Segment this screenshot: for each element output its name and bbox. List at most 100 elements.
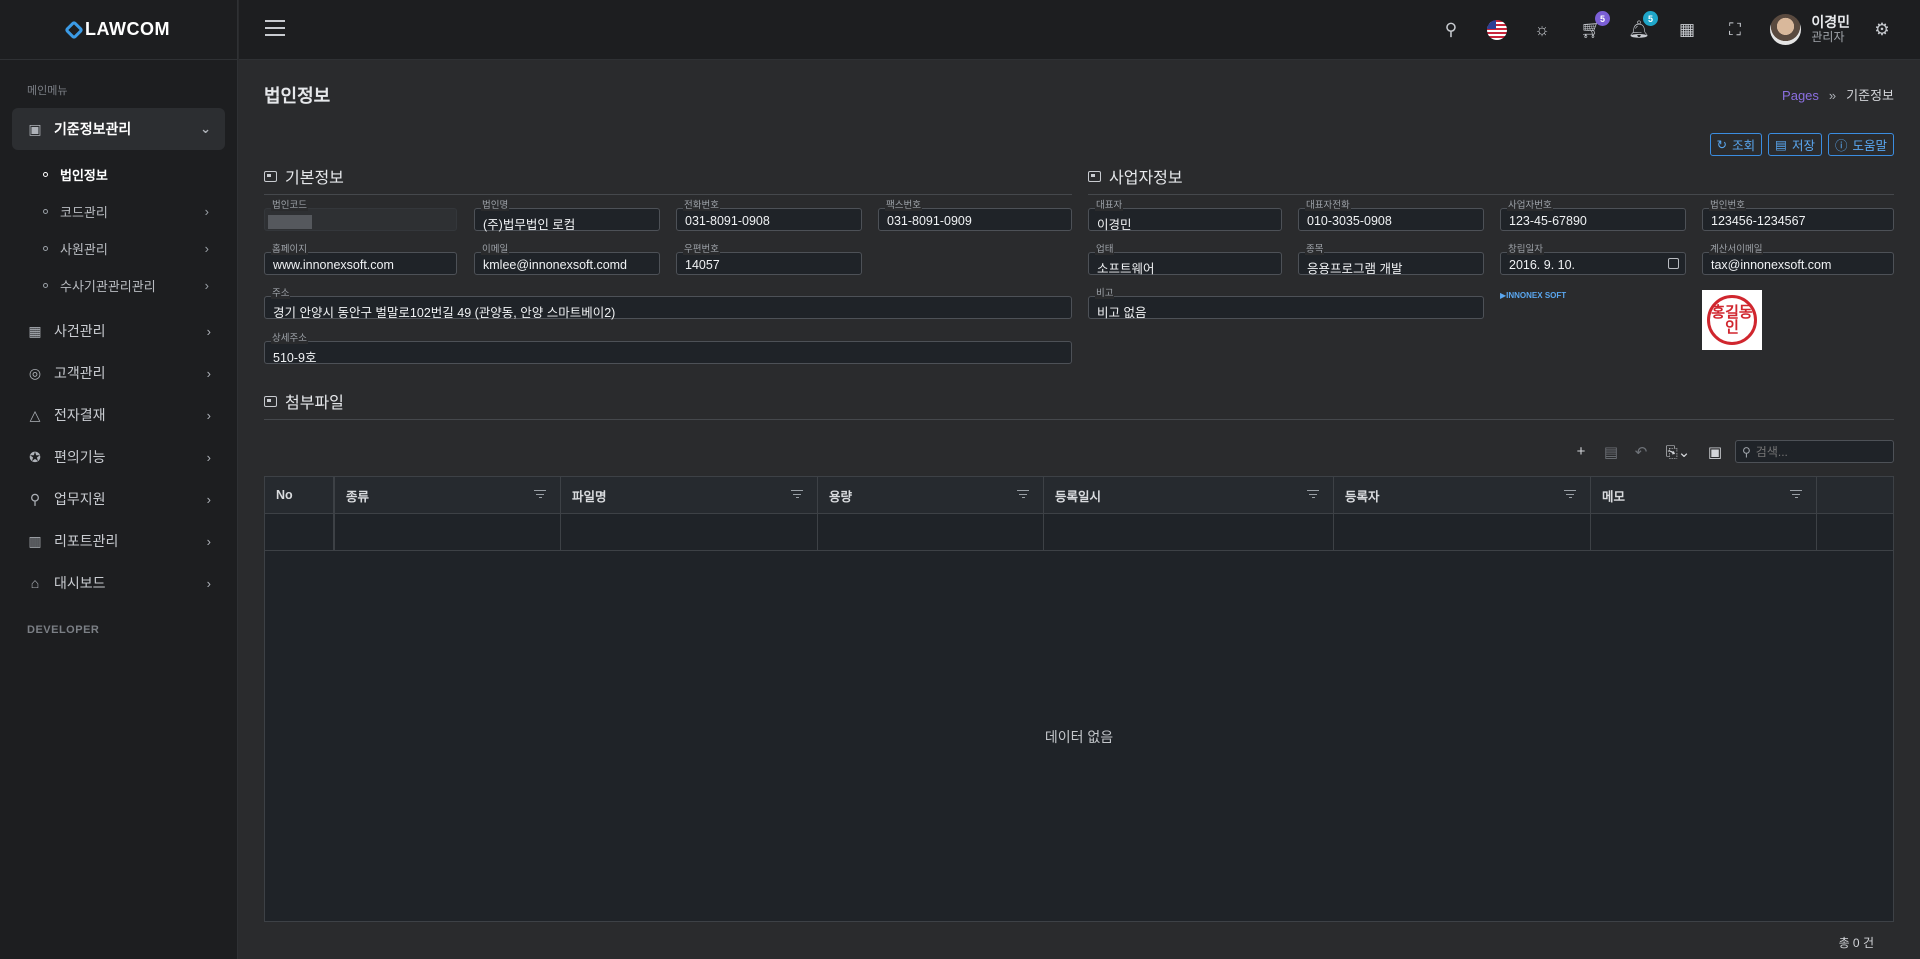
grid-search[interactable]: ⚲ — [1735, 440, 1894, 463]
grid-cell[interactable] — [265, 514, 335, 550]
save-button[interactable]: ▤ 저장 — [1768, 133, 1822, 156]
section-label: 사업자정보 — [1109, 170, 1183, 187]
sidebar-item-support[interactable]: ⚲ 업무지원 › — [12, 478, 225, 520]
grid-cell[interactable] — [1591, 514, 1817, 550]
export-dropdown-icon[interactable]: ⎘⌄ — [1661, 442, 1695, 462]
attachment-grid: No 종류 파일명 용량 등록일시 등록자 메모 데이터 없음 — [264, 476, 1894, 922]
undo-icon[interactable]: ↶ — [1631, 442, 1651, 462]
bell-icon[interactable]: 🔔︎ 5 — [1627, 11, 1658, 42]
sidebar-item-convenience[interactable]: ✪ 편의기능 › — [12, 436, 225, 478]
apps-grid-icon[interactable]: ▦ — [1675, 18, 1699, 42]
ceo-phone-field[interactable]: 대표자전화 010-3035-0908 — [1298, 201, 1484, 231]
column-no[interactable]: No — [265, 477, 335, 513]
filter-icon[interactable] — [1307, 490, 1319, 499]
business-type-field[interactable]: 업태 소프트웨어 — [1088, 245, 1282, 276]
filter-icon[interactable] — [1790, 490, 1802, 499]
fingerprint-icon: ◎ — [28, 364, 42, 381]
column-size[interactable]: 용량 — [818, 477, 1044, 513]
column-label: 용량 — [829, 489, 853, 504]
add-icon[interactable]: + — [1571, 442, 1591, 462]
sidebar-item-customer[interactable]: ◎ 고객관리 › — [12, 352, 225, 394]
filter-icon[interactable] — [1564, 490, 1576, 499]
main-content: 법인정보 Pages » 기준정보 ↻ 조회 ▤ 저장 ⓘ 도움말 기본정보 법인코드 법… — [264, 60, 1894, 959]
breadcrumb-root[interactable]: Pages — [1782, 88, 1819, 103]
grid-search-input[interactable] — [1755, 444, 1876, 459]
search-icon[interactable]: ⚲ — [1439, 18, 1463, 42]
business-number-field[interactable]: 사업자번호 123-45-67890 — [1500, 201, 1686, 231]
filter-icon[interactable] — [791, 490, 803, 499]
help-button[interactable]: ⓘ 도움말 — [1827, 133, 1894, 156]
field-label: 이메일 — [481, 244, 510, 255]
column-memo[interactable]: 메모 — [1591, 477, 1817, 513]
menu-toggle-icon[interactable] — [265, 20, 285, 38]
corp-number-field[interactable]: 법인번호 123456-1234567 — [1702, 201, 1894, 231]
calendar-icon[interactable] — [1668, 258, 1679, 269]
save-row-icon[interactable]: ▤ — [1601, 442, 1621, 462]
phone-field[interactable]: 전화번호 031-8091-0908 — [676, 201, 862, 231]
column-type[interactable]: 종류 — [335, 477, 561, 513]
seal-text: 홍길동인 — [1707, 295, 1757, 345]
note-field[interactable]: 비고 비고 없음 — [1088, 289, 1484, 320]
cart-icon[interactable]: 🛒︎ 5 — [1579, 11, 1610, 42]
fax-field[interactable]: 팩스번호 031-8091-0909 — [878, 201, 1072, 231]
subitem-label: 사원관리 — [60, 242, 108, 257]
fullscreen-icon[interactable]: ⛶ — [1723, 18, 1747, 42]
sidebar-item-report[interactable]: ▥ 리포트관리 › — [12, 520, 225, 562]
settings-gear-icon[interactable]: ⚙ — [1870, 18, 1894, 42]
sidebar-item-approval[interactable]: △ 전자결재 › — [12, 394, 225, 436]
alert-triangle-icon: △ — [29, 406, 41, 423]
grid-cell[interactable] — [1334, 514, 1591, 550]
bullet-icon — [43, 209, 48, 214]
field-label: 상세주소 — [271, 333, 308, 344]
field-label: 종목 — [1305, 244, 1325, 255]
language-flag-icon[interactable] — [1485, 18, 1509, 42]
app-logo[interactable]: LAWCOM — [0, 0, 237, 60]
business-item-field[interactable]: 종목 응용프로그램 개발 — [1298, 245, 1484, 276]
sidebar-subitem-agency[interactable]: 수사기관관리관리 › — [0, 267, 237, 304]
homepage-field[interactable]: 홈페이지 www.innonexsoft.com — [264, 245, 457, 275]
sidebar-item-label: 편의기능 — [54, 449, 106, 465]
grid-cell[interactable] — [1044, 514, 1334, 550]
column-registrant[interactable]: 등록자 — [1334, 477, 1591, 513]
logo-text: INNONEX SOFT — [1506, 291, 1567, 300]
grid-cell[interactable] — [818, 514, 1044, 550]
section-label: 기본정보 — [285, 170, 344, 187]
user-menu[interactable]: 이경민 관리자 — [1770, 14, 1850, 45]
us-flag-icon — [1487, 20, 1507, 40]
field-label: 법인코드 — [271, 200, 308, 211]
corp-name-field[interactable]: 법인명 (주)법무법인 로컴 — [474, 201, 660, 232]
subitem-label: 코드관리 — [60, 205, 108, 220]
address-detail-field[interactable]: 상세주소 510-9호 — [264, 334, 1072, 365]
corp-code-field[interactable]: 법인코드 — [264, 201, 457, 231]
sidebar-item-basic-info[interactable]: ▣ 기준정보관리 ⌄ — [12, 108, 225, 150]
address-field[interactable]: 주소 경기 안양시 동안구 벌말로102번길 49 (관양동, 안양 스마트베이… — [264, 289, 1072, 320]
ceo-field[interactable]: 대표자 이경민 — [1088, 201, 1282, 232]
grid-cell[interactable] — [561, 514, 818, 550]
grid-cell[interactable] — [335, 514, 561, 550]
email-field[interactable]: 이메일 kmlee@innonexsoft.comd — [474, 245, 660, 275]
sidebar-item-case[interactable]: ▦ 사건관리 › — [12, 310, 225, 352]
tax-email-field[interactable]: 계산서이메일 tax@innonexsoft.com — [1702, 245, 1894, 275]
chevron-right-icon: › — [206, 491, 211, 507]
field-value: tax@innonexsoft.com — [1711, 258, 1832, 272]
query-button[interactable]: ↻ 조회 — [1709, 133, 1763, 156]
sidebar-subitem-code[interactable]: 코드관리 › — [0, 193, 237, 230]
theme-sun-icon[interactable]: ☼ — [1530, 18, 1554, 42]
basic-info-section-title: 기본정보 — [264, 164, 1072, 195]
sidebar-item-label: 사건관리 — [54, 323, 106, 339]
sidebar-subitem-corp-info[interactable]: 법인정보 — [0, 156, 237, 193]
sidebar-item-label: 대시보드 — [54, 575, 106, 591]
founded-date-field[interactable]: 창립일자 2016. 9. 10. — [1500, 245, 1686, 275]
chevron-right-icon: › — [204, 278, 209, 293]
sidebar-item-label: 기준정보관리 — [54, 121, 132, 137]
field-label: 우편번호 — [683, 244, 720, 255]
user-role: 관리자 — [1811, 30, 1845, 44]
sidebar-item-dashboard[interactable]: ⌂ 대시보드 › — [12, 562, 225, 604]
sidebar-subitem-employee[interactable]: 사원관리 › — [0, 230, 237, 267]
filter-icon[interactable] — [1017, 490, 1029, 499]
column-date[interactable]: 등록일시 — [1044, 477, 1334, 513]
zip-field[interactable]: 우편번호 14057 — [676, 245, 862, 275]
filter-icon[interactable] — [534, 490, 546, 499]
columns-icon[interactable]: ▣ — [1705, 442, 1725, 462]
column-filename[interactable]: 파일명 — [561, 477, 818, 513]
